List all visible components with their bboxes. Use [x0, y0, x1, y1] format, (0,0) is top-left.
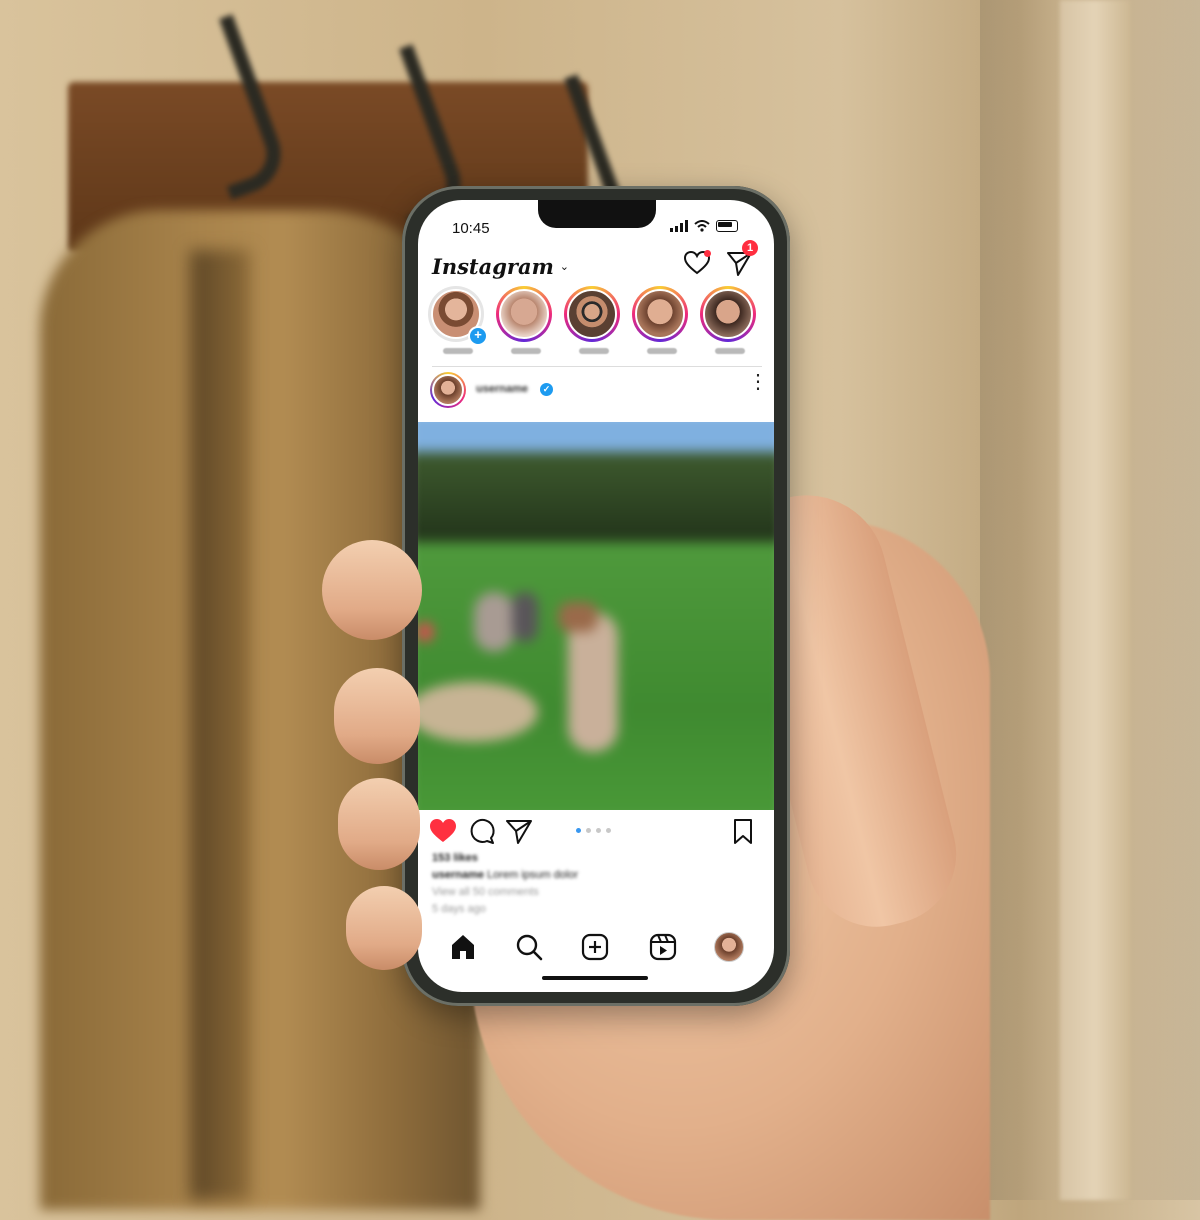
post-time: 5 days ago: [432, 903, 486, 915]
story-avatar: [635, 289, 685, 339]
post-image[interactable]: [418, 422, 774, 810]
carousel-dot: [606, 828, 611, 833]
story-avatar: [499, 289, 549, 339]
stories-tray: +: [424, 286, 770, 366]
carousel-dot: [596, 828, 601, 833]
carousel-indicator: [576, 828, 611, 833]
story-name: [715, 348, 745, 354]
phone-screen: 10:45 Instagram ⌄ 1 + username ✓ ⋮ 153 l…: [418, 200, 774, 992]
story-avatar: [703, 289, 753, 339]
story-item[interactable]: [700, 286, 760, 354]
wifi-icon: [694, 220, 710, 232]
story-own[interactable]: +: [428, 286, 488, 354]
door-frame: [1060, 0, 1130, 1200]
notch: [538, 200, 656, 228]
story-avatar: [567, 289, 617, 339]
chevron-down-icon[interactable]: ⌄: [560, 260, 569, 273]
story-name: [579, 348, 609, 354]
home-icon[interactable]: [448, 932, 478, 962]
view-comments-link[interactable]: View all 50 comments: [432, 884, 752, 901]
post-author-avatar[interactable]: [430, 372, 466, 408]
instagram-logo[interactable]: Instagram: [432, 254, 554, 279]
comment-icon[interactable]: [466, 816, 496, 846]
story-item[interactable]: [564, 286, 624, 354]
story-name: [511, 348, 541, 354]
status-icons: [670, 220, 738, 232]
profile-avatar[interactable]: [714, 932, 744, 962]
carousel-dot: [586, 828, 591, 833]
bookmark-icon[interactable]: [728, 816, 758, 846]
create-icon[interactable]: [580, 932, 610, 962]
story-name: [443, 348, 473, 354]
post-username[interactable]: username: [476, 383, 528, 395]
finger: [322, 540, 422, 640]
home-indicator: [542, 976, 648, 980]
post-caption: 153 likes username Lorem ipsum dolor Vie…: [432, 850, 752, 918]
finger: [338, 778, 420, 870]
finger: [346, 886, 422, 970]
story-item[interactable]: [632, 286, 692, 354]
app-header: Instagram ⌄: [432, 248, 762, 284]
story-name: [647, 348, 677, 354]
caption-text: Lorem ipsum dolor: [487, 869, 579, 881]
post-actions: [428, 814, 764, 848]
post-header: username ✓ ⋮: [430, 372, 768, 412]
finger: [334, 668, 420, 764]
verified-badge-icon: ✓: [540, 383, 553, 396]
search-icon[interactable]: [514, 932, 544, 962]
dm-badge: 1: [742, 240, 758, 256]
share-icon[interactable]: [504, 816, 534, 846]
heart-filled-icon[interactable]: [428, 816, 458, 846]
signal-icon: [670, 220, 688, 232]
caption-username[interactable]: username: [432, 869, 484, 881]
more-options-icon[interactable]: ⋮: [748, 372, 768, 392]
story-item[interactable]: [496, 286, 556, 354]
coat-fold: [190, 250, 250, 1200]
divider: [432, 366, 762, 367]
add-story-icon[interactable]: +: [468, 326, 488, 346]
likes-count[interactable]: 153 likes: [432, 850, 752, 867]
battery-icon: [716, 220, 738, 232]
status-time: 10:45: [452, 220, 490, 237]
bottom-tab-bar: [418, 928, 774, 968]
reels-icon[interactable]: [648, 932, 678, 962]
carousel-dot: [576, 828, 581, 833]
notification-dot: [704, 250, 711, 257]
